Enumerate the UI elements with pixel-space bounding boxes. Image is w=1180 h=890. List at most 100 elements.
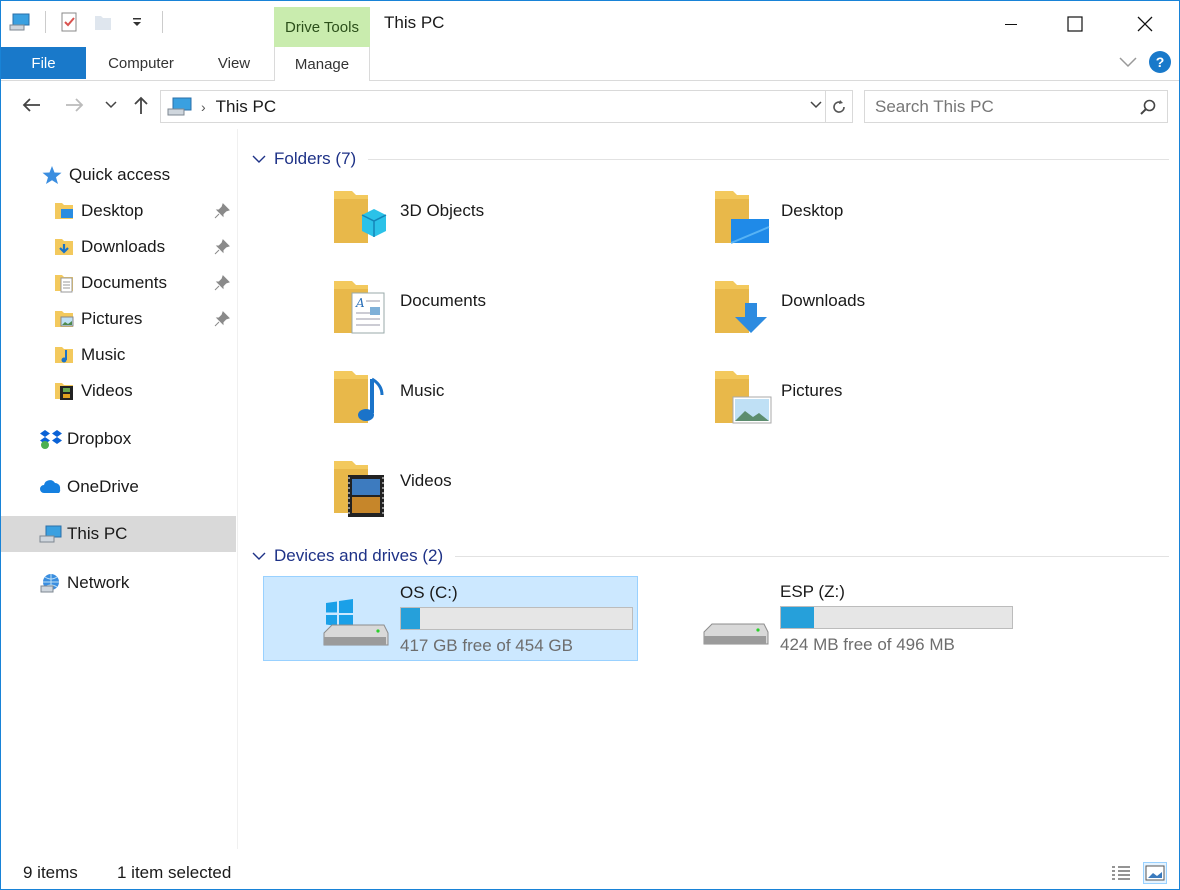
folder-tile[interactable]: Downloads <box>713 277 1043 357</box>
tab-file[interactable]: File <box>1 47 86 79</box>
recent-locations-button[interactable] <box>99 93 123 117</box>
nav-item-pictures[interactable]: Pictures <box>1 302 236 336</box>
search-icon[interactable] <box>1139 98 1157 116</box>
pictures-folder-icon <box>53 308 75 330</box>
network-icon <box>39 572 61 594</box>
pin-icon[interactable] <box>214 275 230 291</box>
folder-tile[interactable]: Music <box>332 367 662 447</box>
pin-icon[interactable] <box>214 239 230 255</box>
nav-network[interactable]: Network <box>1 566 236 600</box>
expand-ribbon-chevron-icon[interactable] <box>1119 56 1137 68</box>
pin-icon[interactable] <box>214 311 230 327</box>
large-icons-view-button[interactable] <box>1143 862 1167 884</box>
drive-name: OS (C:) <box>400 583 458 602</box>
nav-label: Music <box>81 345 126 364</box>
minimize-button[interactable] <box>982 1 1040 47</box>
breadcrumb-chevron-icon[interactable]: › <box>201 99 206 115</box>
customize-toolbar-dropdown-icon[interactable] <box>126 11 148 33</box>
close-button[interactable] <box>1116 1 1174 47</box>
desktop-folder-icon <box>713 187 773 247</box>
search-box[interactable] <box>864 90 1168 123</box>
tab-manage[interactable]: Manage <box>274 47 370 81</box>
folder-name: 3D Objects <box>400 201 485 220</box>
up-arrow-icon <box>134 96 148 114</box>
tab-computer[interactable]: Computer <box>93 47 189 80</box>
3d-objects-folder-icon <box>332 187 392 247</box>
drive-usage-bar <box>780 606 1013 629</box>
nav-item-videos[interactable]: Videos <box>1 374 236 408</box>
nav-item-desktop[interactable]: Desktop <box>1 194 236 228</box>
nav-quick-access[interactable]: Quick access <box>1 158 236 192</box>
downloads-folder-icon <box>53 236 75 258</box>
pin-icon[interactable] <box>214 203 230 219</box>
navigation-row: › This PC <box>1 81 1179 129</box>
content-pane: Folders (7) 3D Objects Desktop A Documen… <box>239 129 1179 849</box>
title-bar: Drive Tools This PC <box>1 1 1179 47</box>
new-folder-icon[interactable] <box>92 11 114 33</box>
videos-folder-icon <box>332 457 392 517</box>
this-pc-icon[interactable] <box>9 11 31 33</box>
folder-tile[interactable]: Desktop <box>713 187 1043 267</box>
nav-label: Downloads <box>81 237 166 256</box>
forward-button[interactable] <box>63 93 87 117</box>
nav-this-pc[interactable]: This PC <box>1 516 236 552</box>
nav-label: Documents <box>81 273 167 292</box>
ribbon-tab-strip: File Computer View Manage ? <box>1 47 1179 81</box>
nav-label: Videos <box>81 381 133 400</box>
back-arrow-icon <box>22 98 40 112</box>
this-pc-icon <box>167 97 193 117</box>
drive-icon <box>702 598 770 648</box>
folder-name: Videos <box>400 471 452 490</box>
chevron-down-icon <box>810 101 822 109</box>
refresh-button[interactable] <box>825 91 852 122</box>
drive-name: ESP (Z:) <box>780 582 845 601</box>
properties-icon[interactable] <box>58 11 80 33</box>
drive-tile-c[interactable]: OS (C:) 417 GB free of 454 GB <box>263 576 638 661</box>
up-button[interactable] <box>129 93 153 117</box>
group-title: Folders (7) <box>274 149 357 168</box>
nav-onedrive[interactable]: OneDrive <box>1 470 236 504</box>
address-history-dropdown[interactable] <box>810 96 822 112</box>
nav-dropbox[interactable]: Dropbox <box>1 422 236 456</box>
maximize-button[interactable] <box>1046 1 1104 47</box>
folder-tile[interactable]: 3D Objects <box>332 187 662 267</box>
tab-view[interactable]: View <box>199 47 269 80</box>
help-icon[interactable]: ? <box>1149 51 1171 73</box>
chevron-down-icon <box>252 155 266 163</box>
documents-folder-icon <box>53 272 75 294</box>
nav-item-music[interactable]: Music <box>1 338 236 372</box>
group-divider <box>455 555 1169 557</box>
nav-label: Dropbox <box>67 429 132 448</box>
nav-label: Quick access <box>69 165 171 184</box>
search-input[interactable] <box>865 96 1125 117</box>
folder-tile[interactable]: A Documents <box>332 277 662 357</box>
refresh-icon <box>833 99 845 113</box>
breadcrumb-this-pc[interactable]: This PC <box>216 97 276 117</box>
item-count: 9 items <box>23 863 78 882</box>
close-icon <box>1137 16 1153 32</box>
details-view-button[interactable] <box>1109 862 1133 884</box>
this-pc-icon <box>39 523 62 545</box>
folder-name: Downloads <box>781 291 866 310</box>
dropbox-icon <box>39 428 62 450</box>
folder-tile[interactable]: Videos <box>332 457 662 537</box>
window-title: This PC <box>384 13 445 32</box>
nav-label: Pictures <box>81 309 143 328</box>
address-bar[interactable]: › This PC <box>160 90 853 123</box>
drive-tile-z[interactable]: ESP (Z:) 424 MB free of 496 MB <box>644 576 1019 661</box>
nav-label: This PC <box>67 524 128 543</box>
ribbon-controls: ? <box>1119 51 1171 73</box>
folder-tile[interactable]: Pictures <box>713 367 1043 447</box>
drive-usage-fill <box>781 607 815 628</box>
nav-item-documents[interactable]: Documents <box>1 266 236 300</box>
desktop-folder-icon <box>53 200 75 222</box>
drive-free-space: 424 MB free of 496 MB <box>780 635 955 654</box>
navigation-pane: Quick access Desktop Downloads Documents… <box>1 129 238 849</box>
pictures-folder-icon <box>713 367 773 427</box>
nav-item-downloads[interactable]: Downloads <box>1 230 236 264</box>
folders-group-header[interactable]: Folders (7) <box>251 147 1169 171</box>
drives-group-header[interactable]: Devices and drives (2) <box>251 544 1169 568</box>
drive-tools-context-tab: Drive Tools <box>274 7 370 47</box>
back-button[interactable] <box>19 93 43 117</box>
group-title: Devices and drives (2) <box>274 546 444 565</box>
